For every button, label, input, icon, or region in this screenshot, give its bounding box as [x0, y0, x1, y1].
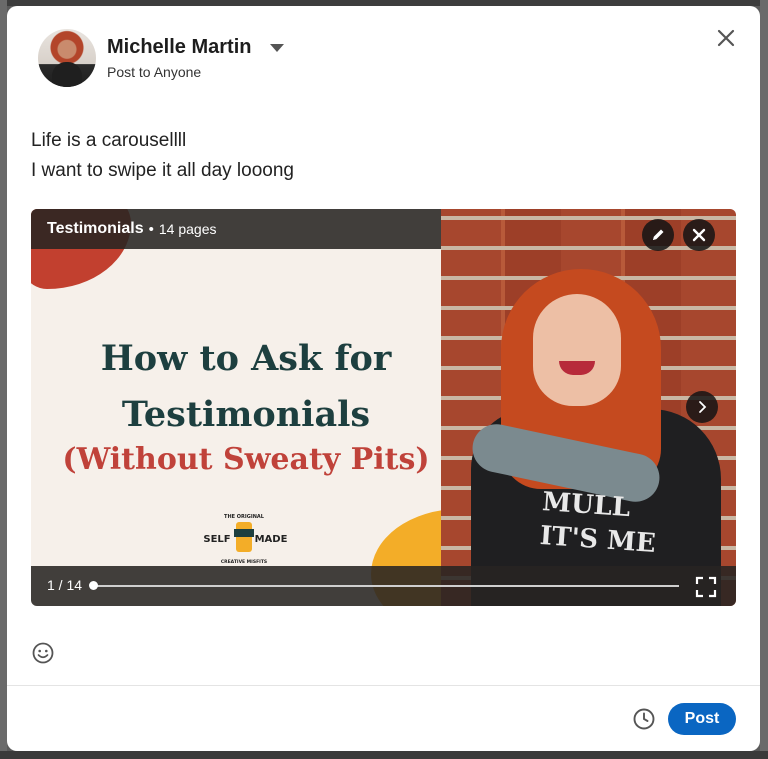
close-icon	[717, 29, 735, 47]
fullscreen-button[interactable]	[695, 576, 717, 598]
avatar-body	[52, 62, 82, 87]
slide-title: How to Ask for Testimonials	[31, 331, 461, 443]
next-slide-button[interactable]	[686, 391, 718, 423]
chevron-right-icon	[699, 401, 707, 413]
post-text-line-1: Life is a carousellll	[31, 130, 187, 151]
footer-divider	[7, 685, 760, 686]
clock-icon	[633, 708, 655, 730]
emoji-button[interactable]	[31, 641, 55, 665]
brand-bottom-text: CREATIVE MISFITS	[221, 559, 267, 565]
create-post-modal: Michelle Martin Post to Anyone Life is a…	[7, 6, 760, 751]
page-counter: 1 / 14	[47, 577, 83, 593]
progress-track[interactable]	[93, 585, 679, 587]
edit-document-button[interactable]	[642, 219, 674, 251]
carousel-controls: 1 / 14	[31, 566, 736, 606]
document-title: Testimonials	[47, 220, 144, 237]
post-text-line-2: I want to swipe it all day looong	[31, 160, 294, 181]
close-button[interactable]	[712, 24, 740, 52]
slide-subtitle: (Without Sweaty Pits)	[62, 442, 430, 477]
caret-down-icon[interactable]	[270, 44, 284, 52]
post-button[interactable]: Post	[668, 703, 736, 735]
photo-face	[533, 294, 621, 406]
fullscreen-icon	[695, 576, 717, 598]
brand-right-text: MADE	[255, 534, 287, 545]
schedule-post-button[interactable]	[632, 707, 656, 731]
brand-logo: THE ORIGINAL SELF MADE CREATIVE MISFITS	[203, 514, 287, 565]
photo-shirt-text: MULL IT'S ME	[539, 485, 659, 561]
avatar	[38, 29, 96, 87]
post-text-editor[interactable]: Life is a carousellll I want to swipe it…	[31, 126, 294, 186]
post-audience[interactable]: Post to Anyone	[107, 64, 201, 80]
page-count: 14 pages	[158, 221, 217, 237]
close-icon	[692, 228, 706, 242]
title-separator: •	[148, 220, 154, 238]
carousel-header: Testimonials • 14 pages	[31, 209, 441, 249]
slide-title-line-2: Testimonials	[121, 394, 371, 435]
slide-title-line-1: How to Ask for	[100, 338, 392, 379]
progress-handle[interactable]	[89, 581, 98, 590]
backdrop-right	[760, 0, 768, 759]
emoji-icon	[32, 642, 54, 664]
document-carousel[interactable]: How to Ask for Testimonials (Without Swe…	[31, 209, 736, 606]
brand-left-text: SELF	[203, 534, 230, 545]
brand-top-text: THE ORIGINAL	[224, 514, 265, 520]
brand-spool-band	[234, 529, 254, 537]
remove-document-button[interactable]	[683, 219, 715, 251]
backdrop-bottom	[0, 751, 768, 759]
author-name[interactable]: Michelle Martin	[107, 36, 251, 59]
backdrop-left	[0, 0, 7, 759]
pencil-icon	[653, 229, 664, 240]
